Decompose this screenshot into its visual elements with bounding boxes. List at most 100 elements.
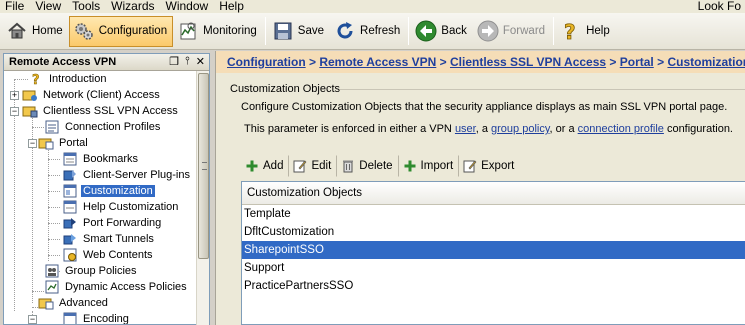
forward-button[interactable]: Forward: [473, 16, 551, 47]
tree-item-dynamic-access-policies[interactable]: Dynamic Access Policies: [44, 279, 189, 295]
edit-button[interactable]: Edit: [288, 155, 336, 177]
tree-item-label: Network (Client) Access: [43, 89, 160, 101]
profiles-icon: [44, 120, 60, 134]
help-button[interactable]: ? Help: [556, 16, 616, 47]
add-icon: [245, 159, 259, 173]
import-button[interactable]: Import: [397, 155, 459, 177]
tree-item-smart-tunnels[interactable]: Smart Tunnels: [62, 231, 156, 247]
tree-item-client-server-plug-ins[interactable]: Client-Server Plug-ins: [62, 167, 192, 183]
tree-item-bookmarks[interactable]: Bookmarks: [62, 151, 140, 167]
tree-item-label: Bookmarks: [83, 153, 139, 165]
refresh-icon: [334, 20, 356, 42]
tree-item-label: Client-Server Plug-ins: [83, 169, 190, 181]
port-forwarding-icon: [62, 216, 78, 230]
tree-item-group-policies[interactable]: Group Policies: [44, 263, 139, 279]
tree-item-connection-profiles[interactable]: Connection Profiles: [44, 119, 162, 135]
tree-item-label: Web Contents: [83, 249, 153, 261]
refresh-button[interactable]: Refresh: [330, 16, 406, 47]
restore-icon[interactable]: ❐: [169, 55, 179, 68]
home-label: Home: [32, 25, 63, 37]
main-panel: Configuration > Remote Access VPN > Clie…: [215, 51, 745, 325]
table-row-selected[interactable]: SharepointSSO: [242, 241, 745, 259]
expand-network-client-access[interactable]: +: [10, 91, 19, 100]
svg-text:?: ?: [32, 73, 40, 86]
tree-item-encoding[interactable]: Encoding: [62, 311, 131, 324]
edit-icon: [293, 159, 307, 173]
tree-item-introduction[interactable]: ? Introduction: [28, 71, 108, 87]
back-label: Back: [441, 25, 467, 37]
group-policies-icon: [44, 264, 60, 278]
plugin-icon: [62, 168, 78, 182]
table-row[interactable]: Template: [242, 205, 745, 223]
menu-window[interactable]: Window: [161, 0, 215, 13]
import-icon: [403, 159, 417, 173]
refresh-label: Refresh: [360, 25, 401, 37]
collapse-advanced[interactable]: −: [28, 315, 37, 324]
home-icon: [6, 20, 28, 42]
connection-profile-link[interactable]: connection profile: [578, 123, 664, 135]
navigation-scrollbar[interactable]: [196, 71, 209, 325]
table-header[interactable]: Customization Objects: [242, 182, 745, 205]
scrollbar-thumb[interactable]: [198, 73, 209, 259]
close-icon[interactable]: ✕: [196, 55, 205, 68]
tree-item-label: Port Forwarding: [83, 217, 162, 229]
breadcrumb-customization[interactable]: Customization: [667, 55, 745, 69]
breadcrumb-remote-access-vpn[interactable]: Remote Access VPN: [319, 55, 436, 69]
look-for-label: Look Fo: [697, 0, 741, 13]
breadcrumb-portal[interactable]: Portal: [620, 55, 654, 69]
save-button[interactable]: Save: [268, 16, 330, 47]
monitoring-button[interactable]: Monitoring: [173, 16, 263, 47]
tree-item-label: Customization: [81, 185, 155, 197]
help-customization-icon: [62, 200, 78, 214]
export-icon: [463, 159, 477, 173]
pin-icon[interactable]: ⫯: [185, 55, 190, 68]
monitoring-icon: [177, 20, 199, 42]
breadcrumb: Configuration > Remote Access VPN > Clie…: [216, 51, 745, 73]
customization-icon: [62, 184, 78, 198]
tree-item-customization[interactable]: Customization: [62, 183, 155, 199]
add-button[interactable]: Add: [240, 155, 288, 177]
configuration-button[interactable]: Configuration: [68, 15, 174, 47]
advanced-folder-icon: [38, 296, 54, 310]
menu-help[interactable]: Help: [214, 0, 250, 13]
menu-file[interactable]: File: [0, 0, 30, 13]
tree-item-portal[interactable]: Portal: [38, 135, 90, 151]
back-button[interactable]: Back: [411, 16, 473, 47]
tree-item-label: Dynamic Access Policies: [65, 281, 187, 293]
tree-item-web-contents[interactable]: Web Contents: [62, 247, 155, 263]
collapse-clientless-ssl[interactable]: −: [10, 107, 19, 116]
export-label: Export: [481, 160, 515, 172]
breadcrumb-separator: >: [309, 55, 320, 69]
gears-icon: [73, 20, 95, 42]
tree-item-advanced[interactable]: Advanced: [38, 295, 110, 311]
tree-item-network-client-access[interactable]: Network (Client) Access: [22, 87, 162, 103]
delete-button[interactable]: Delete: [336, 155, 397, 177]
back-arrow-icon: [415, 20, 437, 42]
breadcrumb-clientless-ssl-vpn-access[interactable]: Clientless SSL VPN Access: [450, 55, 606, 69]
tree-item-help-customization[interactable]: Help Customization: [62, 199, 180, 215]
menu-view[interactable]: View: [30, 0, 67, 13]
table-row[interactable]: Support: [242, 259, 745, 277]
menu-bar: File View Tools Wizards Window Help Look…: [0, 0, 745, 13]
forward-arrow-icon: [477, 20, 499, 42]
user-link[interactable]: user: [455, 123, 476, 135]
navigation-panel: Remote Access VPN ❐ ⫯ ✕ + − − − ? Introd…: [3, 53, 210, 325]
menu-tools[interactable]: Tools: [67, 0, 106, 13]
save-label: Save: [297, 25, 325, 37]
group-policy-link[interactable]: group policy: [491, 123, 550, 135]
section-divider: [340, 89, 745, 90]
menu-wizards[interactable]: Wizards: [106, 0, 160, 13]
home-button[interactable]: Home: [2, 16, 69, 47]
tree-item-port-forwarding[interactable]: Port Forwarding: [62, 215, 163, 231]
navigation-panel-title: Remote Access VPN: [9, 56, 117, 68]
table-row[interactable]: PracticePartnersSSO: [242, 277, 745, 295]
tree-item-label: Connection Profiles: [65, 121, 161, 133]
collapse-portal[interactable]: −: [28, 139, 37, 148]
tree-item-clientless-ssl-vpn-access[interactable]: Clientless SSL VPN Access: [22, 103, 180, 119]
breadcrumb-configuration[interactable]: Configuration: [227, 55, 306, 69]
trash-icon: [341, 159, 355, 173]
export-button[interactable]: Export: [458, 155, 519, 177]
table-row[interactable]: DfltCustomization: [242, 223, 745, 241]
tree-item-label: Help Customization: [83, 201, 179, 213]
encoding-icon: [62, 312, 78, 324]
